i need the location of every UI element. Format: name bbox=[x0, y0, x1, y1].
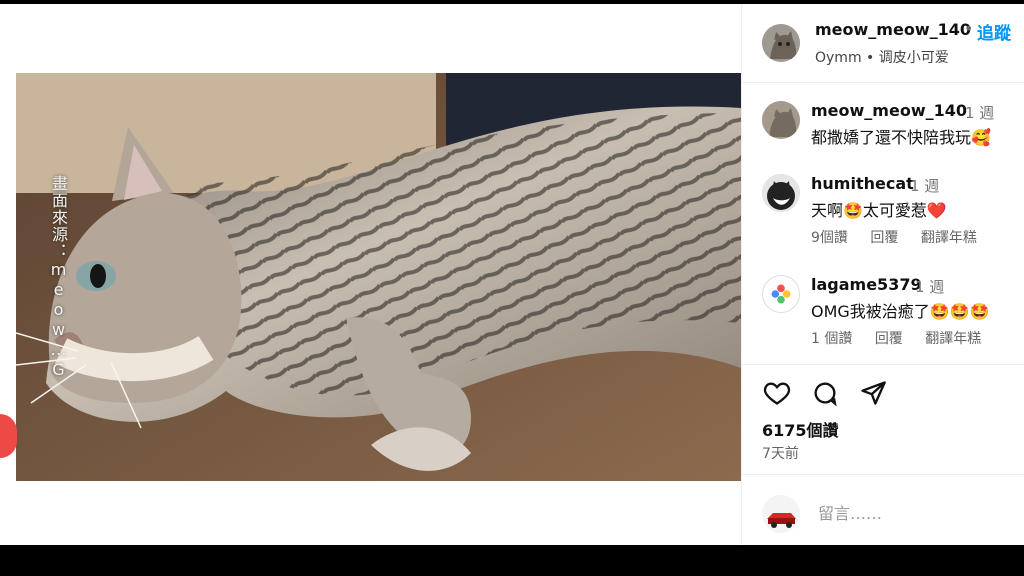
post-time: 7天前 bbox=[762, 446, 799, 462]
comment-icon bbox=[814, 382, 837, 407]
post-view: 畫面來源：meow…G meow_meow_140 • 追蹤 Oymm • 调皮… bbox=[16, 4, 1024, 545]
cat-avatar-icon bbox=[762, 101, 800, 139]
post-media-panel: 畫面來源：meow…G bbox=[16, 4, 741, 545]
screen: 畫面來源：meow…G meow_meow_140 • 追蹤 Oymm • 调皮… bbox=[0, 0, 1024, 576]
comment-button[interactable] bbox=[810, 379, 840, 409]
comment-time: 1 週 bbox=[965, 104, 995, 122]
current-user-avatar[interactable] bbox=[762, 495, 800, 533]
follow-button[interactable]: 追蹤 bbox=[977, 19, 1011, 44]
reply-button[interactable]: 回覆 bbox=[870, 230, 898, 246]
comment-like-count[interactable]: 1 個讚 bbox=[811, 331, 852, 347]
video-watermark: 畫面來源：meow…G bbox=[49, 175, 68, 380]
post-details-sidebar: meow_meow_140 • 追蹤 Oymm • 调皮小可爱 meow_meo… bbox=[741, 4, 1024, 545]
comment-text: 天啊🤩太可愛惹❤️ bbox=[811, 201, 947, 220]
cat-avatar-icon bbox=[762, 24, 800, 62]
reply-button[interactable]: 回覆 bbox=[875, 331, 903, 347]
comment-input[interactable] bbox=[816, 503, 1000, 524]
comment-text: 都撒嬌了還不快陪我玩🥰 bbox=[811, 128, 991, 147]
comment-actions: 1 個讚 回覆 翻譯年糕 bbox=[811, 328, 999, 348]
comment-time: 1 週 bbox=[910, 177, 940, 195]
owner-subtitle: Oymm • 调皮小可爱 bbox=[815, 50, 949, 66]
cat-avatar-icon bbox=[762, 174, 800, 212]
post-actions: 6175個讚 7天前 bbox=[742, 364, 1024, 475]
comment-composer bbox=[742, 474, 1024, 546]
translate-button[interactable]: 翻譯年糕 bbox=[921, 230, 977, 246]
comments-list[interactable]: meow_meow_140 1 週 都撒嬌了還不快陪我玩🥰 humithecat… bbox=[742, 83, 1024, 365]
cat-pupil bbox=[90, 264, 106, 288]
translate-button[interactable]: 翻譯年糕 bbox=[925, 331, 981, 347]
post-like-count[interactable]: 6175個讚 bbox=[762, 417, 839, 441]
owner-avatar[interactable] bbox=[762, 24, 800, 62]
comment-avatar[interactable] bbox=[762, 275, 800, 313]
instagram-post-frame: 畫面來源：meow…G meow_meow_140 • 追蹤 Oymm • 调皮… bbox=[0, 4, 1024, 545]
share-button[interactable] bbox=[858, 379, 888, 409]
share-icon bbox=[861, 381, 886, 405]
comment-avatar[interactable] bbox=[762, 101, 800, 139]
comment-like-count[interactable]: 9個讚 bbox=[811, 230, 848, 246]
comment-text: OMG我被治癒了🤩🤩🤩 bbox=[811, 302, 990, 321]
comment-username[interactable]: lagame5379 bbox=[811, 275, 922, 294]
flower-avatar-icon bbox=[763, 276, 799, 312]
caption-comment: meow_meow_140 1 週 都撒嬌了還不快陪我玩🥰 bbox=[742, 101, 1024, 149]
car-avatar-icon bbox=[762, 495, 800, 533]
cat-video-frame bbox=[16, 73, 741, 481]
comment-humithecat: humithecat 1 週 天啊🤩太可愛惹❤️ 9個讚 回覆 翻譯年糕 bbox=[742, 174, 1024, 250]
comment-lagame5379: lagame5379 1 週 OMG我被治癒了🤩🤩🤩 1 個讚 回覆 翻譯年糕 bbox=[742, 275, 1024, 351]
post-owner-header: meow_meow_140 • 追蹤 Oymm • 调皮小可爱 bbox=[742, 4, 1024, 83]
heart-icon bbox=[763, 382, 791, 405]
owner-separator-dot: • bbox=[964, 19, 974, 38]
like-button[interactable] bbox=[762, 379, 792, 409]
comment-actions: 9個讚 回覆 翻譯年糕 bbox=[811, 227, 995, 247]
comment-username[interactable]: humithecat bbox=[811, 174, 914, 193]
comment-avatar[interactable] bbox=[762, 174, 800, 212]
cat-video[interactable]: 畫面來源：meow…G bbox=[16, 73, 741, 481]
comment-time: 1 週 bbox=[915, 278, 945, 296]
comment-username[interactable]: meow_meow_140 bbox=[811, 101, 967, 120]
bottom-black-bar bbox=[0, 545, 1024, 576]
owner-username[interactable]: meow_meow_140 bbox=[815, 20, 971, 39]
